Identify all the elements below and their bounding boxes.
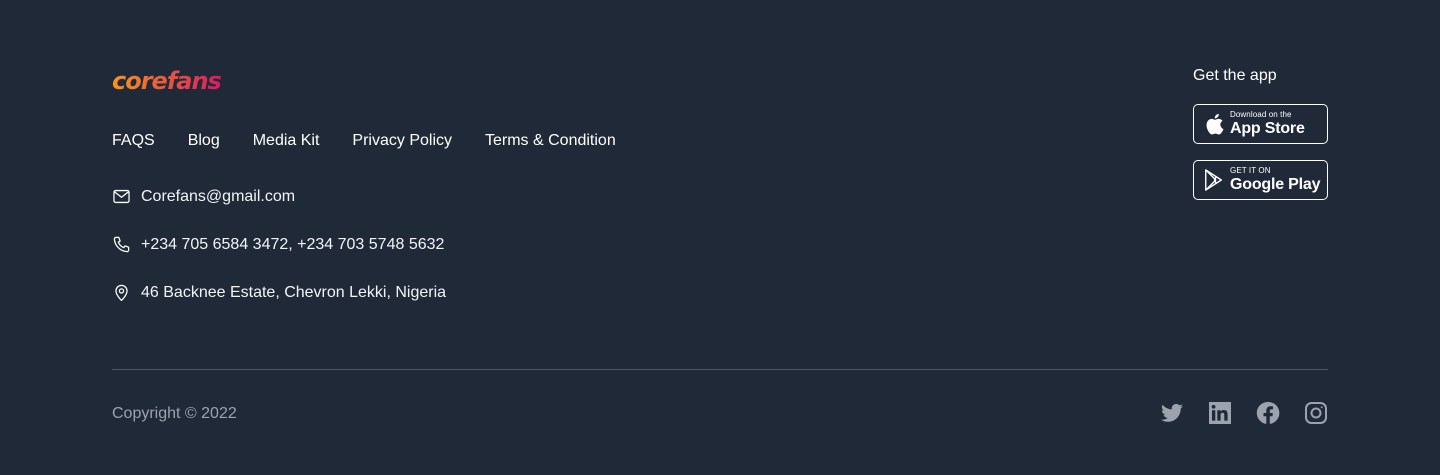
mail-icon (113, 189, 130, 204)
facebook-icon[interactable] (1256, 401, 1280, 425)
contact-phone-text[interactable]: +234 705 6584 3472, +234 703 5748 5632 (141, 236, 444, 254)
nav-link-faqs[interactable]: FAQS (112, 131, 155, 151)
contact-email: Corefans@gmail.com (112, 187, 295, 206)
contact-address: 46 Backnee Estate, Chevron Lekki, Nigeri… (112, 283, 446, 302)
app-store-button[interactable]: Download on the App Store (1193, 104, 1328, 144)
nav-link-media-kit[interactable]: Media Kit (253, 131, 320, 151)
location-pin-icon (115, 284, 128, 302)
social-links (1160, 401, 1328, 425)
get-the-app-section: Get the app Download on the App Store GE… (1193, 66, 1328, 216)
contact-phone: +234 705 6584 3472, +234 703 5748 5632 (112, 235, 444, 254)
google-play-icon (1200, 161, 1228, 199)
app-store-small-text: Download on the (1230, 110, 1292, 119)
nav-link-privacy-policy[interactable]: Privacy Policy (352, 131, 452, 151)
nav-link-terms[interactable]: Terms & Condition (485, 131, 616, 151)
linkedin-icon[interactable] (1208, 401, 1232, 425)
footer-divider (112, 369, 1328, 370)
footer-nav: FAQS Blog Media Kit Privacy Policy Terms… (112, 131, 616, 151)
contact-address-text: 46 Backnee Estate, Chevron Lekki, Nigeri… (141, 283, 447, 301)
nav-link-blog[interactable]: Blog (188, 131, 220, 151)
google-play-small-text: GET IT ON (1230, 166, 1271, 175)
twitter-icon[interactable] (1160, 401, 1184, 425)
get-the-app-title: Get the app (1193, 67, 1277, 84)
contact-email-text[interactable]: Corefans@gmail.com (141, 188, 295, 206)
copyright-text: Copyright © 2022 (112, 405, 237, 422)
app-store-big-text: App Store (1230, 120, 1305, 137)
site-footer: corefans FAQS Blog Media Kit Privacy Pol… (0, 0, 1440, 475)
phone-icon (113, 236, 130, 253)
instagram-icon[interactable] (1304, 401, 1328, 425)
corefans-logo[interactable]: corefans (112, 62, 224, 102)
google-play-big-text: Google Play (1230, 176, 1321, 193)
google-play-button[interactable]: GET IT ON Google Play (1193, 160, 1328, 200)
logo-text: corefans (112, 67, 222, 95)
apple-icon (1200, 105, 1228, 143)
